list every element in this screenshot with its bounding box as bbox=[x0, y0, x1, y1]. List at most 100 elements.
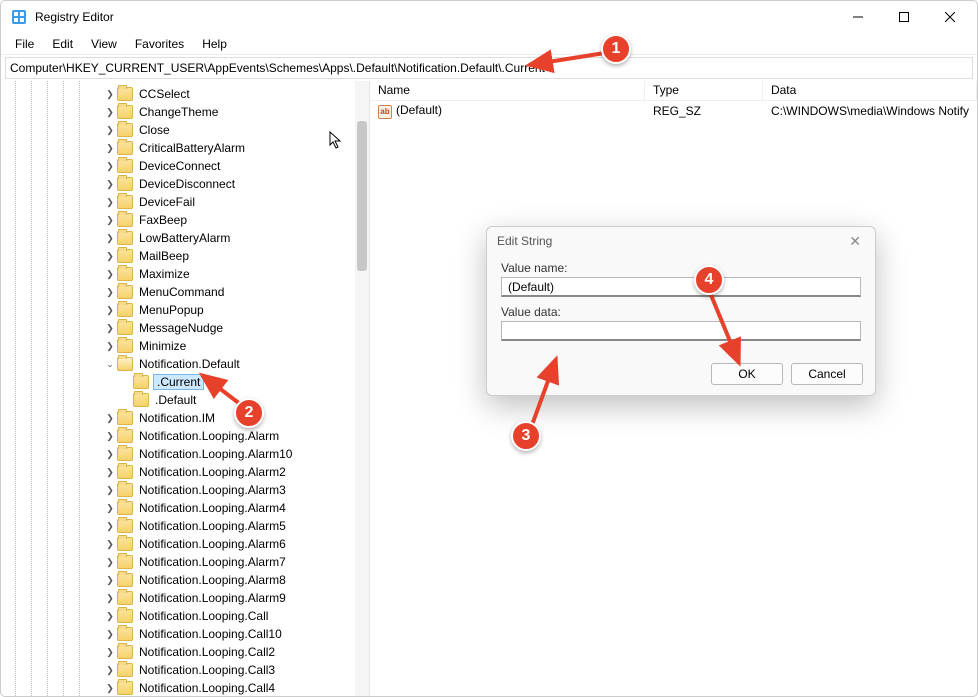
folder-icon bbox=[117, 357, 133, 371]
expand-chevron-icon[interactable]: ❯ bbox=[103, 449, 117, 460]
tree-item-label: Notification.Default bbox=[137, 357, 242, 371]
tree-item[interactable]: ❯ MenuCommand bbox=[1, 283, 369, 301]
dialog-close-icon[interactable]: ✕ bbox=[845, 229, 865, 254]
tree-item[interactable]: ❯LowBatteryAlarm bbox=[1, 229, 369, 247]
expand-chevron-icon[interactable]: ❯ bbox=[103, 143, 117, 154]
expand-chevron-icon[interactable]: ❯ bbox=[103, 647, 117, 658]
tree-item[interactable]: ❯Notification.Looping.Alarm7 bbox=[1, 553, 369, 571]
expand-chevron-icon[interactable]: ❯ bbox=[103, 323, 117, 334]
expand-chevron-icon[interactable]: ❯ bbox=[103, 539, 117, 550]
maximize-button[interactable] bbox=[881, 1, 927, 33]
tree-item[interactable]: ❯Notification.Looping.Call3 bbox=[1, 661, 369, 679]
menu-favorites[interactable]: Favorites bbox=[127, 35, 192, 53]
tree-item[interactable]: ❯Notification.IM bbox=[1, 409, 369, 427]
folder-icon bbox=[117, 411, 133, 425]
tree-item[interactable]: ❯Notification.Looping.Alarm4 bbox=[1, 499, 369, 517]
expand-chevron-icon[interactable]: ⌄ bbox=[103, 359, 117, 370]
minimize-button[interactable] bbox=[835, 1, 881, 33]
tree-item[interactable]: ❯DeviceDisconnect bbox=[1, 175, 369, 193]
tree-item-label: MenuCommand bbox=[137, 285, 226, 299]
tree-item[interactable]: ❯Close bbox=[1, 121, 369, 139]
folder-icon bbox=[117, 483, 133, 497]
list-row[interactable]: ab(Default) REG_SZ C:\WINDOWS\media\Wind… bbox=[370, 101, 977, 121]
expand-chevron-icon[interactable]: ❯ bbox=[103, 125, 117, 136]
tree-item-label: Notification.Looping.Alarm10 bbox=[137, 447, 294, 461]
folder-icon bbox=[117, 195, 133, 209]
tree-item[interactable]: ❯Maximize bbox=[1, 265, 369, 283]
folder-icon bbox=[117, 573, 133, 587]
expand-chevron-icon[interactable]: ❯ bbox=[103, 665, 117, 676]
tree-item[interactable]: ❯ Notification.Looping.Alarm10 bbox=[1, 445, 369, 463]
menu-edit[interactable]: Edit bbox=[44, 35, 81, 53]
folder-icon bbox=[117, 429, 133, 443]
value-data-input[interactable] bbox=[501, 321, 861, 341]
tree-item[interactable]: ❯Notification.Looping.Call bbox=[1, 607, 369, 625]
expand-chevron-icon[interactable]: ❯ bbox=[103, 503, 117, 514]
tree-item[interactable]: ❯MenuPopup bbox=[1, 301, 369, 319]
expand-chevron-icon[interactable]: ❯ bbox=[103, 629, 117, 640]
expand-chevron-icon[interactable]: ❯ bbox=[103, 197, 117, 208]
tree-item[interactable]: ❯Notification.Looping.Alarm3 bbox=[1, 481, 369, 499]
expand-chevron-icon[interactable]: ❯ bbox=[103, 305, 117, 316]
tree-item-label: MailBeep bbox=[137, 249, 191, 263]
tree-scrollbar[interactable] bbox=[355, 81, 369, 696]
expand-chevron-icon[interactable]: ❯ bbox=[103, 233, 117, 244]
tree-item[interactable]: ❯ChangeTheme bbox=[1, 103, 369, 121]
expand-chevron-icon[interactable]: ❯ bbox=[103, 269, 117, 280]
menu-view[interactable]: View bbox=[83, 35, 125, 53]
string-value-icon: ab bbox=[378, 105, 392, 119]
tree-item[interactable]: ❯Minimize bbox=[1, 337, 369, 355]
expand-chevron-icon[interactable]: ❯ bbox=[103, 215, 117, 226]
tree-item[interactable]: ❯Notification.Looping.Call4 bbox=[1, 679, 369, 696]
expand-chevron-icon[interactable]: ❯ bbox=[103, 593, 117, 604]
expand-chevron-icon[interactable]: ❯ bbox=[103, 413, 117, 424]
expand-chevron-icon[interactable]: ❯ bbox=[103, 287, 117, 298]
address-bar[interactable]: Computer\HKEY_CURRENT_USER\AppEvents\Sch… bbox=[5, 57, 973, 79]
tree-item[interactable]: ❯CCSelect bbox=[1, 85, 369, 103]
tree-item[interactable]: ❯FaxBeep bbox=[1, 211, 369, 229]
tree-item[interactable]: ❯Notification.Looping.Call10 bbox=[1, 625, 369, 643]
expand-chevron-icon[interactable]: ❯ bbox=[103, 557, 117, 568]
tree-item[interactable]: ❯Notification.Looping.Call2 bbox=[1, 643, 369, 661]
column-data[interactable]: Data bbox=[763, 81, 977, 100]
column-name[interactable]: Name bbox=[370, 81, 645, 100]
expand-chevron-icon[interactable]: ❯ bbox=[103, 683, 117, 694]
tree-item[interactable]: ❯Notification.Looping.Alarm8 bbox=[1, 571, 369, 589]
tree-item[interactable]: ❯.Current bbox=[1, 373, 369, 391]
expand-chevron-icon[interactable]: ❯ bbox=[103, 341, 117, 352]
expand-chevron-icon[interactable]: ❯ bbox=[103, 161, 117, 172]
menu-file[interactable]: File bbox=[7, 35, 42, 53]
expand-chevron-icon[interactable]: ❯ bbox=[103, 575, 117, 586]
column-type[interactable]: Type bbox=[645, 81, 763, 100]
tree-item[interactable]: ❯MessageNudge bbox=[1, 319, 369, 337]
expand-chevron-icon[interactable]: ❯ bbox=[103, 431, 117, 442]
tree-item[interactable]: ❯Notification.Looping.Alarm bbox=[1, 427, 369, 445]
expand-chevron-icon[interactable]: ❯ bbox=[103, 251, 117, 262]
tree-scrollbar-thumb[interactable] bbox=[357, 121, 367, 271]
close-button[interactable] bbox=[927, 1, 973, 33]
expand-chevron-icon[interactable]: ❯ bbox=[103, 611, 117, 622]
folder-icon bbox=[117, 105, 133, 119]
value-name-input[interactable] bbox=[501, 277, 861, 297]
ok-button[interactable]: OK bbox=[711, 363, 783, 385]
tree-item[interactable]: ❯.Default bbox=[1, 391, 369, 409]
expand-chevron-icon[interactable]: ❯ bbox=[103, 107, 117, 118]
tree-item[interactable]: ❯DeviceFail bbox=[1, 193, 369, 211]
tree-item[interactable]: ❯Notification.Looping.Alarm6 bbox=[1, 535, 369, 553]
tree-item[interactable]: ❯ MailBeep bbox=[1, 247, 369, 265]
tree-item[interactable]: ❯ DeviceConnect bbox=[1, 157, 369, 175]
tree-item[interactable]: ❯Notification.Looping.Alarm9 bbox=[1, 589, 369, 607]
expand-chevron-icon[interactable]: ❯ bbox=[103, 89, 117, 100]
tree-item[interactable]: ❯Notification.Looping.Alarm2 bbox=[1, 463, 369, 481]
menu-help[interactable]: Help bbox=[194, 35, 235, 53]
folder-icon bbox=[117, 231, 133, 245]
cancel-button[interactable]: Cancel bbox=[791, 363, 863, 385]
tree-item[interactable]: ❯CriticalBatteryAlarm bbox=[1, 139, 369, 157]
tree-item-label: DeviceConnect bbox=[137, 159, 222, 173]
tree-item[interactable]: ⌄ Notification.Default bbox=[1, 355, 369, 373]
expand-chevron-icon[interactable]: ❯ bbox=[103, 467, 117, 478]
expand-chevron-icon[interactable]: ❯ bbox=[103, 485, 117, 496]
expand-chevron-icon[interactable]: ❯ bbox=[103, 521, 117, 532]
expand-chevron-icon[interactable]: ❯ bbox=[103, 179, 117, 190]
tree-item[interactable]: ❯Notification.Looping.Alarm5 bbox=[1, 517, 369, 535]
